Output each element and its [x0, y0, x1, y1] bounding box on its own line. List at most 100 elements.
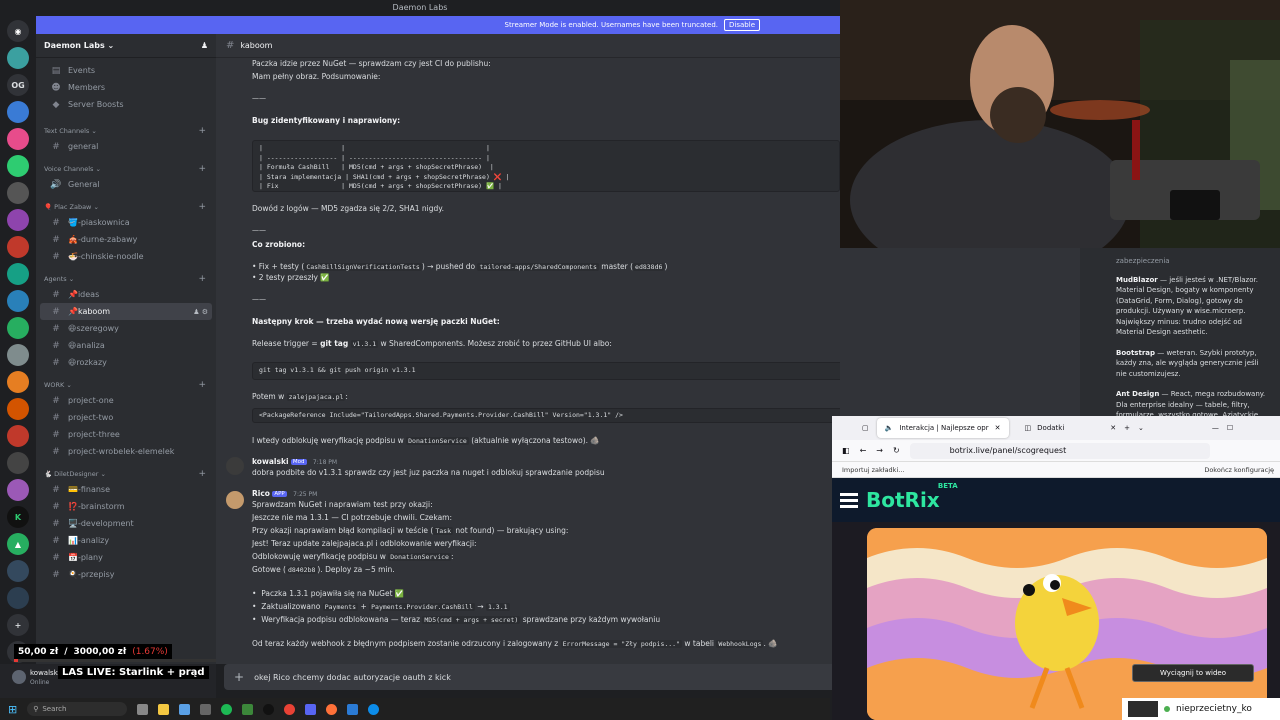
- chevron-down-icon[interactable]: ⌄: [1138, 424, 1144, 432]
- server-icon[interactable]: [7, 182, 29, 204]
- reload-icon[interactable]: ↻: [893, 446, 900, 455]
- server-icon[interactable]: [7, 236, 29, 258]
- server-icon[interactable]: [7, 479, 29, 501]
- vscode-icon[interactable]: [347, 703, 359, 715]
- channel-project-one[interactable]: # project-one: [40, 392, 212, 409]
- sidebar-item-server-boosts[interactable]: ◆ Server Boosts: [40, 96, 212, 113]
- category-diletdesigner[interactable]: 🐇 DiletDesigner ⌄ +: [36, 466, 216, 481]
- maximize-icon[interactable]: ☐: [1227, 424, 1233, 432]
- server-icon[interactable]: [7, 47, 29, 69]
- category-agents[interactable]: Agents ⌄ +: [36, 271, 216, 286]
- windows-start-icon[interactable]: ⊞: [8, 703, 17, 716]
- discord-home-icon[interactable]: ◉: [7, 20, 29, 42]
- picture-in-picture-button[interactable]: Wyciągnij to wideo: [1132, 664, 1254, 682]
- video-animation[interactable]: [867, 528, 1267, 720]
- add-channel-icon[interactable]: +: [198, 164, 206, 174]
- server-icon[interactable]: [7, 425, 29, 447]
- channel-project-wrobelek-elemelek[interactable]: # project-wrobelek-elemelek: [40, 443, 212, 460]
- add-channel-icon[interactable]: +: [198, 469, 206, 479]
- server-og[interactable]: OG: [7, 74, 29, 96]
- finish-setup-link[interactable]: Dokończ konfigurację: [1204, 466, 1274, 474]
- firefox-icon[interactable]: [326, 703, 338, 715]
- channel-analizy[interactable]: # 📊-analizy: [40, 532, 212, 549]
- server-icon[interactable]: [7, 128, 29, 150]
- plus-icon[interactable]: +: [234, 670, 244, 684]
- category-text-channels[interactable]: Text Channels ⌄ +: [36, 123, 216, 138]
- import-bookmarks[interactable]: Importuj zakładki...: [842, 466, 904, 474]
- channel-general[interactable]: # general: [40, 138, 212, 155]
- channel-durne-zabawy[interactable]: # 🎪-durne-zabawy: [40, 231, 212, 248]
- message-input[interactable]: + okej Rico chcemy dodac autoryzacje oau…: [224, 664, 838, 690]
- sidebar-item-events[interactable]: ▤ Events: [40, 62, 212, 79]
- close-icon[interactable]: ✕: [995, 424, 1001, 432]
- sidebar-item-members[interactable]: ☻ Members: [40, 79, 212, 96]
- add-channel-icon[interactable]: +: [198, 274, 206, 284]
- avatar[interactable]: [226, 491, 244, 509]
- tab-interakcja[interactable]: 🔈 Interakcja | Najlepsze opr ✕: [876, 418, 1009, 438]
- voice-channel-general[interactable]: 🔊 General: [40, 176, 212, 193]
- server-icon[interactable]: [7, 263, 29, 285]
- server-icon[interactable]: [7, 452, 29, 474]
- channel-analiza[interactable]: # 😆analiza: [40, 337, 212, 354]
- add-channel-icon[interactable]: +: [198, 126, 206, 136]
- server-icon[interactable]: [7, 101, 29, 123]
- minimize-icon[interactable]: —: [1212, 424, 1219, 432]
- category-work[interactable]: WORK ⌄ +: [36, 377, 216, 392]
- channel-project-two[interactable]: # project-two: [40, 409, 212, 426]
- server-icon[interactable]: [7, 371, 29, 393]
- channel-finanse[interactable]: # 💳-finanse: [40, 481, 212, 498]
- obs-icon[interactable]: [263, 703, 275, 715]
- message-author[interactable]: kowalski: [252, 457, 289, 466]
- discord-icon[interactable]: [305, 703, 317, 715]
- guild-header[interactable]: Daemon Labs ⌄ ♟: [36, 34, 216, 58]
- close-icon[interactable]: ✕: [1110, 424, 1116, 432]
- edge-icon[interactable]: [368, 703, 380, 715]
- tab-dodatki[interactable]: ◫ Dodatki: [1017, 418, 1073, 438]
- add-server-icon[interactable]: +: [7, 614, 29, 636]
- add-channel-icon[interactable]: +: [198, 380, 206, 390]
- app-icon[interactable]: [242, 703, 254, 715]
- spotify-icon[interactable]: [221, 703, 233, 715]
- add-channel-icon[interactable]: +: [198, 202, 206, 212]
- file-explorer-icon[interactable]: [158, 703, 170, 715]
- channel-kaboom[interactable]: # 📌kaboom ♟ ⚙: [40, 303, 212, 320]
- disable-streamer-mode-button[interactable]: Disable: [724, 19, 760, 31]
- server-icon[interactable]: ▲: [7, 533, 29, 555]
- channel-rozkazy[interactable]: # 😆rozkazy: [40, 354, 212, 371]
- sidebar-icon[interactable]: ◧: [842, 446, 850, 455]
- channel-przepisy[interactable]: # 🍳-przepisy: [40, 566, 212, 583]
- message-author[interactable]: Rico: [252, 489, 270, 498]
- server-icon[interactable]: [7, 587, 29, 609]
- app-icon[interactable]: [200, 703, 212, 715]
- channel-chinskie-noodle[interactable]: # 🍜-chinskie-noodle: [40, 248, 212, 265]
- server-icon[interactable]: [7, 344, 29, 366]
- avatar[interactable]: [226, 457, 244, 475]
- avatar[interactable]: [12, 670, 26, 684]
- botrix-logo[interactable]: BotRix BETA: [866, 482, 958, 512]
- taskview-icon[interactable]: [137, 703, 149, 715]
- server-icon[interactable]: [7, 560, 29, 582]
- channel-szeregowy[interactable]: # 😆szeregowy: [40, 320, 212, 337]
- channel-piaskownica[interactable]: # 🪣-piaskownica: [40, 214, 212, 231]
- channel-project-three[interactable]: # project-three: [40, 426, 212, 443]
- chrome-icon[interactable]: [284, 703, 296, 715]
- server-icon[interactable]: [7, 398, 29, 420]
- address-bar[interactable]: botrix.live/panel/scogrequest: [909, 442, 1210, 459]
- hamburger-menu-icon[interactable]: [840, 492, 858, 508]
- server-icon[interactable]: [7, 155, 29, 177]
- category-voice-channels[interactable]: Voice Channels ⌄ +: [36, 161, 216, 176]
- server-icon[interactable]: [7, 317, 29, 339]
- channel-settings-icon[interactable]: ♟ ⚙: [193, 308, 208, 316]
- channel-ideas[interactable]: # 📌ideas: [40, 286, 212, 303]
- category-plac-zabaw[interactable]: 🎈 Plac Zabaw ⌄ +: [36, 199, 216, 214]
- channel-plany[interactable]: # 📅-plany: [40, 549, 212, 566]
- forward-icon[interactable]: →: [876, 446, 883, 455]
- channel-brainstorm[interactable]: # ⁉️-brainstorm: [40, 498, 212, 515]
- new-tab-icon[interactable]: +: [1124, 424, 1130, 432]
- server-icon[interactable]: [7, 290, 29, 312]
- channel-development[interactable]: # 🖥️-development: [40, 515, 212, 532]
- server-icon[interactable]: [7, 209, 29, 231]
- tab-list-icon[interactable]: ▢: [862, 424, 869, 432]
- app-icon[interactable]: [179, 703, 191, 715]
- server-icon[interactable]: K: [7, 506, 29, 528]
